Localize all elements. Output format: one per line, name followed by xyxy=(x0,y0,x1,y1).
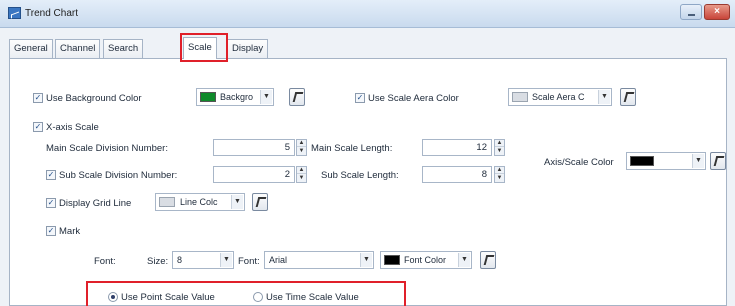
scale-area-color-swatch xyxy=(512,92,528,102)
use-scale-area-color-label: Use Scale Aera Color xyxy=(368,93,459,104)
main-scale-length-label: Main Scale Length: xyxy=(311,143,393,154)
axis-scale-color-label: Axis/Scale Color xyxy=(544,157,614,168)
font-label: Font: xyxy=(94,256,116,267)
chevron-down-icon: ▼ xyxy=(360,253,372,267)
sub-scale-division-input[interactable]: 2 xyxy=(213,166,295,183)
font-color-combo[interactable]: Font Color ▼ xyxy=(380,251,472,269)
display-grid-line-checkbox[interactable]: ✓ xyxy=(46,198,56,208)
main-scale-division-spinner[interactable]: ▲ ▼ xyxy=(296,139,307,156)
scale-area-color-combo[interactable]: Scale Aera C ▼ xyxy=(508,88,612,106)
use-background-color-checkbox[interactable]: ✓ xyxy=(33,93,43,103)
close-button[interactable]: × xyxy=(704,4,730,20)
font-size-select[interactable]: 8 ▼ xyxy=(172,251,234,269)
spin-down-icon[interactable]: ▼ xyxy=(495,148,504,155)
sub-scale-length-input[interactable]: 8 xyxy=(422,166,492,183)
sub-scale-length-spinner[interactable]: ▲ ▼ xyxy=(494,166,505,183)
line-color-swatch xyxy=(159,197,175,207)
tab-search[interactable]: Search xyxy=(103,39,144,58)
scale-tab-highlight xyxy=(180,33,228,62)
sub-scale-division-checkbox[interactable]: ✓ xyxy=(46,170,56,180)
background-color-text: Backgro xyxy=(220,92,254,102)
spin-up-icon[interactable]: ▲ xyxy=(297,140,306,147)
main-scale-division-input[interactable]: 5 xyxy=(213,139,295,156)
scale-value-highlight xyxy=(86,281,406,306)
mark-checkbox[interactable]: ✓ xyxy=(46,226,56,236)
font-size-value: 8 xyxy=(177,255,183,265)
line-color-combo[interactable]: Line Colc ▼ xyxy=(155,193,245,211)
background-color-swatch xyxy=(200,92,216,102)
use-scale-area-color-checkbox[interactable]: ✓ xyxy=(355,93,365,103)
line-color-text: Line Colc xyxy=(180,197,218,207)
minimize-button[interactable] xyxy=(680,4,702,20)
size-label: Size: xyxy=(147,256,169,267)
sub-scale-division-spinner[interactable]: ▲ ▼ xyxy=(296,166,307,183)
title-bar xyxy=(0,0,735,28)
spin-down-icon[interactable]: ▼ xyxy=(495,175,504,182)
main-scale-length-input[interactable]: 12 xyxy=(422,139,492,156)
background-color-picker-button[interactable] xyxy=(289,88,305,106)
axis-scale-color-swatch xyxy=(630,156,654,166)
chevron-down-icon: ▼ xyxy=(220,253,232,267)
scale-area-color-picker-button[interactable] xyxy=(620,88,636,106)
main-scale-division-label: Main Scale Division Number: xyxy=(46,143,168,154)
chevron-down-icon: ▼ xyxy=(692,154,704,168)
mark-label: Mark xyxy=(59,226,81,237)
window-title: Trend Chart xyxy=(25,8,78,19)
axis-scale-color-combo[interactable]: ▼ xyxy=(626,152,706,170)
tab-channel[interactable]: Channel xyxy=(55,39,101,58)
font-name-value: Arial xyxy=(269,255,288,265)
chevron-down-icon: ▼ xyxy=(260,90,272,104)
trend-chart-app-icon xyxy=(8,7,21,19)
chevron-down-icon: ▼ xyxy=(458,253,470,267)
line-color-picker-button[interactable] xyxy=(252,193,268,211)
spin-up-icon[interactable]: ▲ xyxy=(495,140,504,147)
font-color-picker-button[interactable] xyxy=(480,251,496,269)
use-background-color-label: Use Background Color xyxy=(46,93,142,104)
sub-scale-length-label: Sub Scale Length: xyxy=(321,170,399,181)
background-color-combo[interactable]: Backgro ▼ xyxy=(196,88,274,106)
font-color-swatch xyxy=(384,255,400,265)
spin-down-icon[interactable]: ▼ xyxy=(297,148,306,155)
x-axis-scale-label: X-axis Scale xyxy=(46,122,99,133)
tab-general[interactable]: General xyxy=(9,39,53,58)
spin-up-icon[interactable]: ▲ xyxy=(297,167,306,174)
display-grid-line-label: Display Grid Line xyxy=(59,198,132,209)
spin-up-icon[interactable]: ▲ xyxy=(495,167,504,174)
font-name-label: Font: xyxy=(238,256,260,267)
x-axis-scale-checkbox[interactable]: ✓ xyxy=(33,122,43,132)
tab-display[interactable]: Display xyxy=(227,39,269,58)
font-color-text: Font Color xyxy=(404,255,447,265)
font-name-select[interactable]: Arial ▼ xyxy=(264,251,374,269)
sub-scale-division-label: Sub Scale Division Number: xyxy=(59,170,178,181)
scale-area-color-text: Scale Aera C xyxy=(532,92,585,102)
chevron-down-icon: ▼ xyxy=(231,195,243,209)
chevron-down-icon: ▼ xyxy=(598,90,610,104)
spin-down-icon[interactable]: ▼ xyxy=(297,175,306,182)
axis-scale-color-picker-button[interactable] xyxy=(710,152,726,170)
main-scale-length-spinner[interactable]: ▲ ▼ xyxy=(494,139,505,156)
